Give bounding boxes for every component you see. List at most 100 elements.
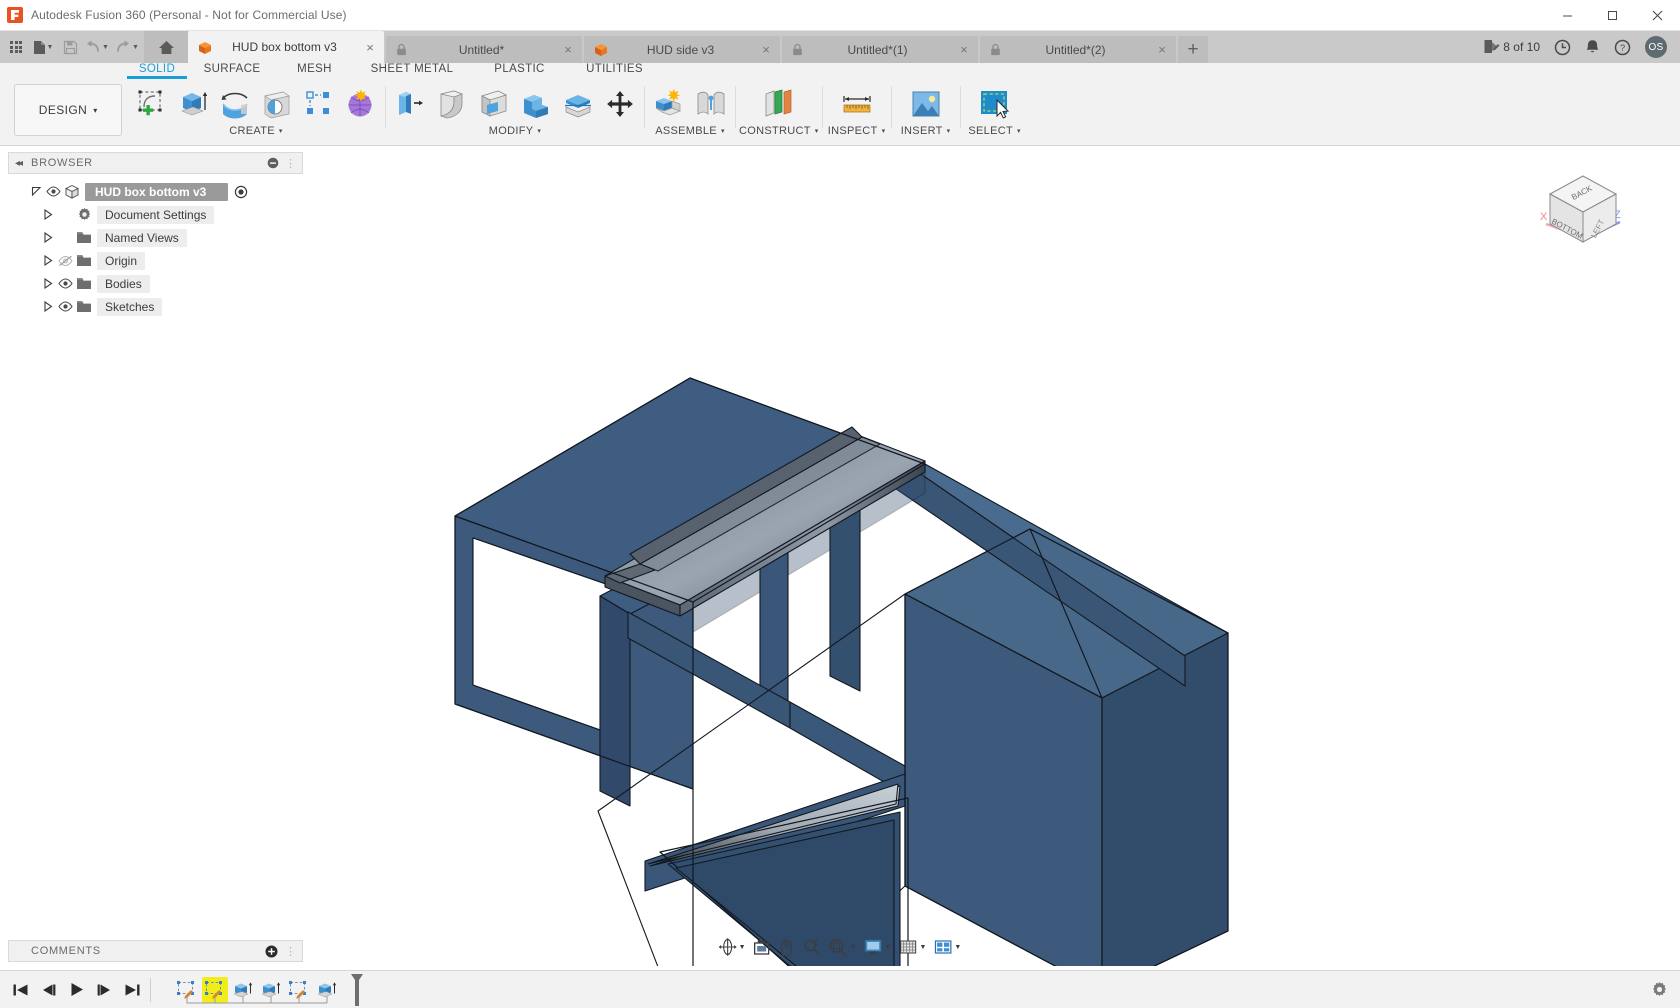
expand-arrow-icon[interactable] [40,230,56,246]
document-tab-hud-side-v3[interactable]: HUD side v3 × [584,36,780,63]
timeline-go-end-button[interactable] [120,977,144,1003]
home-button[interactable] [144,31,188,63]
fillet-button[interactable] [431,83,473,125]
visibility-eye-icon[interactable] [56,301,74,312]
tab-close-icon[interactable]: × [758,42,774,58]
extension-counter[interactable]: 8 of 10 [1476,31,1547,63]
document-tab-untitled[interactable]: Untitled* × [386,36,582,63]
ribbon-tab-plastic[interactable]: PLASTIC [472,63,567,77]
select-button[interactable] [964,83,1026,125]
visibility-eye-icon[interactable] [44,186,62,197]
measure-button[interactable] [826,83,888,125]
redo-button[interactable]: ▼ [112,34,142,60]
ribbon-group-label[interactable]: INSPECT ▾ [826,125,888,137]
minimize-circle-icon[interactable] [267,157,279,169]
grid-snaps-button[interactable]: ▼ [895,935,929,959]
save-button[interactable] [58,34,82,60]
tree-node-bodies[interactable]: Bodies [8,272,303,295]
new-component-button[interactable] [648,83,690,125]
expand-arrow-icon[interactable] [40,207,56,223]
expand-arrow-icon[interactable] [40,276,56,292]
fit-button[interactable]: ▼ [826,935,860,959]
panel-grip-icon[interactable]: ⋮ [285,945,296,958]
ribbon-group-label[interactable]: INSERT ▾ [895,125,957,137]
ribbon-tab-mesh[interactable]: MESH [277,63,352,77]
ribbon-group-label[interactable]: SELECT ▾ [964,125,1026,137]
ribbon-group-label[interactable]: CREATE ▾ [130,125,382,137]
add-circle-icon[interactable] [265,945,278,958]
main-viewport[interactable]: ◂◂ BROWSER ⋮ HUD box bottom v3 Document … [0,146,1680,970]
revolve-button[interactable] [214,83,256,125]
undo-button[interactable]: ▼ [82,34,112,60]
ribbon-group-label[interactable]: CONSTRUCT ▾ [739,125,819,137]
tab-close-icon[interactable]: × [362,39,378,55]
view-cube[interactable]: X Z BACK BOTTOM LEFT [1528,162,1624,258]
tab-close-icon[interactable]: × [560,42,576,58]
minimize-button[interactable] [1545,0,1590,31]
ribbon-tab-utilities[interactable]: UTILITIES [567,63,662,77]
workspace-selector[interactable]: DESIGN ▾ [14,84,122,136]
orbit-button[interactable]: ▼ [716,935,749,959]
move-copy-button[interactable] [599,83,641,125]
tab-close-icon[interactable]: × [956,42,972,58]
maximize-button[interactable] [1590,0,1635,31]
viewports-button[interactable]: ▼ [930,935,964,959]
ribbon-tab-solid[interactable]: SOLID [127,63,187,79]
ribbon-group-label[interactable]: ASSEMBLE ▾ [648,125,732,137]
tree-node-named-views[interactable]: Named Views [8,226,303,249]
ribbon-group-label[interactable]: MODIFY ▾ [389,125,641,137]
timeline-play-button[interactable] [64,977,88,1003]
offset-plane-button[interactable] [748,83,810,125]
notifications-button[interactable] [1578,31,1607,63]
timeline-track[interactable] [173,971,341,1008]
revolve-icon [221,92,248,119]
create-sketch-button[interactable] [130,83,172,125]
timeline-step-forward-button[interactable] [92,977,116,1003]
ribbon-tab-surface[interactable]: SURFACE [187,63,277,77]
press-pull-button[interactable] [389,83,431,125]
display-settings-button[interactable]: ▼ [861,935,895,959]
zoom-button[interactable] [800,935,825,959]
activate-component-radio[interactable] [234,185,248,199]
collapse-left-icon[interactable]: ◂◂ [15,158,23,169]
shell-button[interactable] [473,83,515,125]
visibility-eye-hidden-icon[interactable] [56,255,74,267]
tab-close-icon[interactable]: × [1154,42,1170,58]
pan-button[interactable] [775,935,799,959]
insert-canvas-button[interactable] [895,83,957,125]
expand-arrow-icon[interactable] [28,184,44,200]
document-tab-hud-box-bottom-v3[interactable]: HUD box bottom v3 × [188,31,384,63]
close-button[interactable] [1635,0,1680,31]
help-button[interactable]: ? [1607,31,1638,63]
new-tab-button[interactable]: + [1178,36,1208,63]
visibility-eye-icon[interactable] [56,278,74,289]
timeline-marker[interactable] [349,973,365,1007]
tree-node-document-settings[interactable]: Document Settings [8,203,303,226]
joint-button[interactable] [690,83,732,125]
tree-node-origin[interactable]: Origin [8,249,303,272]
expand-arrow-icon[interactable] [40,299,56,315]
account-button[interactable]: OS [1638,31,1674,63]
tree-node-sketches[interactable]: Sketches [8,295,303,318]
app-grid-button[interactable] [4,34,28,60]
create-form-button[interactable] [340,83,382,125]
look-at-button[interactable] [750,935,774,959]
job-status-button[interactable] [1547,31,1578,63]
timeline-settings-button[interactable] [1651,981,1680,998]
timeline-step-back-button[interactable] [36,977,60,1003]
expand-arrow-icon[interactable] [40,253,56,269]
ribbon-group-construct: CONSTRUCT ▾ [739,80,819,145]
tree-node-root[interactable]: HUD box bottom v3 [8,180,303,203]
timeline-go-start-button[interactable] [8,977,32,1003]
document-tab-untitled-1[interactable]: Untitled*(1) × [782,36,978,63]
hole-button[interactable] [256,83,298,125]
orange-cube-icon [198,41,211,54]
rectangular-pattern-button[interactable] [298,83,340,125]
combine-button[interactable] [515,83,557,125]
new-file-button[interactable]: ▼ [28,34,58,60]
split-face-button[interactable] [557,83,599,125]
extrude-button[interactable] [172,83,214,125]
document-tab-untitled-2[interactable]: Untitled*(2) × [980,36,1176,63]
panel-grip-icon[interactable]: ⋮ [285,157,296,170]
ribbon-tab-sheet-metal[interactable]: SHEET METAL [352,63,472,77]
